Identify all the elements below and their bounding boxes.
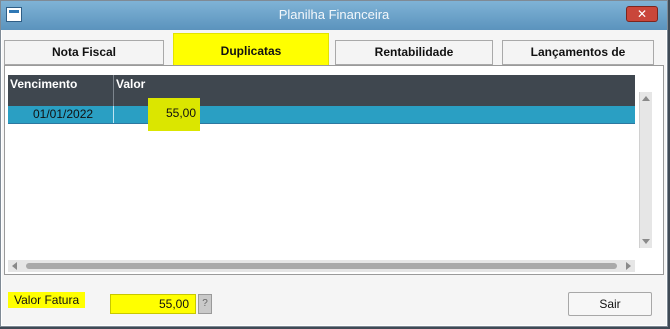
valor-fatura-field[interactable]: 55,00: [110, 294, 196, 314]
table-row[interactable]: 01/01/2022 55,00: [8, 98, 635, 131]
column-header-valor[interactable]: Valor: [116, 77, 145, 91]
scroll-down-icon[interactable]: [642, 239, 650, 244]
scroll-right-icon[interactable]: [626, 262, 631, 270]
title-bar: Planilha Financeira ✕: [1, 1, 667, 30]
financial-spreadsheet-window: Planilha Financeira ✕ Nota Fiscal Duplic…: [0, 0, 668, 327]
column-header-vencimento[interactable]: Vencimento: [10, 77, 77, 91]
tab-lancamentos-apuracao[interactable]: Lançamentos de Apuração: [502, 40, 654, 82]
tab-rentabilidade[interactable]: Rentabilidade: [335, 40, 493, 65]
horizontal-scrollbar[interactable]: [8, 260, 635, 272]
cell-valor-highlight: 55,00: [148, 98, 200, 131]
window-title: Planilha Financeira: [278, 7, 390, 22]
help-button[interactable]: ?: [198, 294, 212, 314]
close-button[interactable]: ✕: [626, 6, 658, 22]
cell-valor: 55,00: [165, 106, 196, 120]
scroll-left-icon[interactable]: [12, 262, 17, 270]
grid-header: Vencimento Valor: [8, 75, 635, 106]
scroll-up-icon[interactable]: [642, 96, 650, 101]
horizontal-scroll-thumb[interactable]: [26, 263, 617, 269]
tab-nota-fiscal[interactable]: Nota Fiscal: [4, 40, 164, 65]
cell-vencimento: 01/01/2022: [33, 107, 94, 121]
valor-fatura-label: Valor Fatura: [8, 292, 86, 308]
tab-duplicatas[interactable]: Duplicatas: [173, 33, 329, 69]
close-icon: ✕: [636, 7, 648, 21]
vertical-scrollbar[interactable]: [639, 92, 652, 248]
sair-button[interactable]: Sair: [568, 292, 652, 316]
window-client-area: Nota Fiscal Duplicatas Rentabilidade Lan…: [2, 30, 666, 325]
